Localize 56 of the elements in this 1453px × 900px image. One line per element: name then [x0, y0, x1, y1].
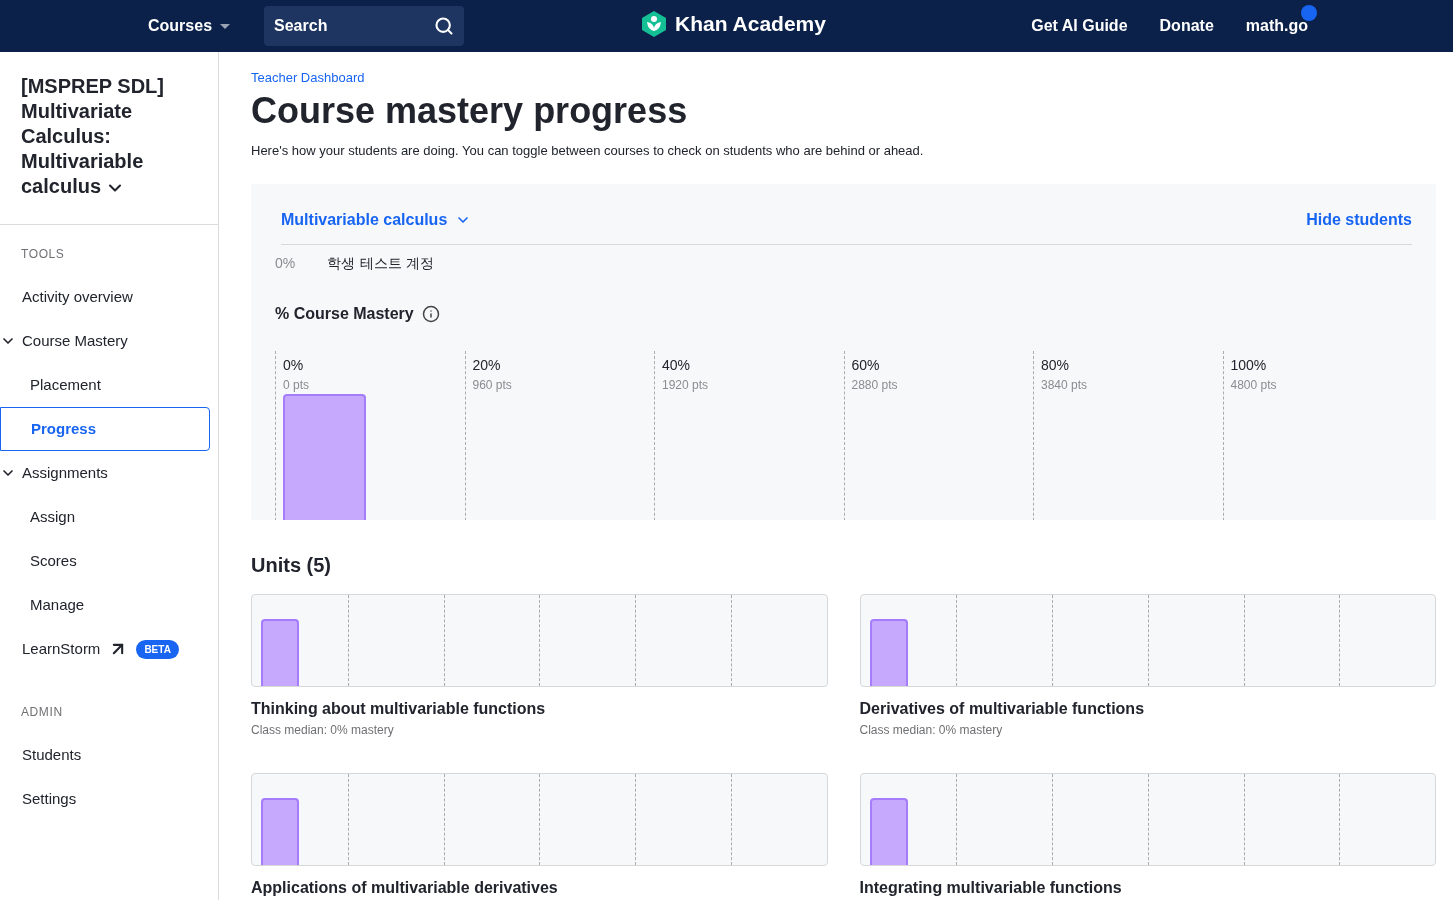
section-heading: TOOLS: [20, 246, 66, 263]
sidebar-link[interactable]: LearnStorm: [22, 637, 101, 661]
student-percent: 0%: [275, 254, 296, 273]
sidebar-item[interactable]: Students: [0, 733, 210, 777]
bin-points: 0 pts: [283, 377, 310, 394]
logo[interactable]: Khan Academy: [641, 8, 826, 40]
user-menu[interactable]: math.go: [1245, 14, 1308, 38]
unit-title[interactable]: Thinking about multivariable functions: [251, 697, 828, 721]
sidebar-group[interactable]: Assignments: [0, 451, 210, 495]
bin-label: 80%: [1041, 356, 1071, 375]
page-title: Course mastery progress: [251, 88, 689, 133]
bin-points: 2880 pts: [851, 377, 899, 394]
beta-badge: BETA: [136, 639, 179, 659]
student-name[interactable]: 학생 테스트 계정: [327, 253, 435, 274]
sidebar-item[interactable]: Scores: [0, 539, 210, 583]
sidebar-item[interactable]: Progress: [0, 407, 210, 451]
bin-points: 1920 pts: [662, 377, 710, 394]
courses-menu[interactable]: Courses: [148, 14, 231, 38]
sidebar-item[interactable]: Activity overview: [0, 275, 210, 319]
course-dropdown[interactable]: Multivariable calculus: [281, 208, 472, 232]
mastery-bar: [869, 619, 908, 686]
sidebar-group[interactable]: Course Mastery: [0, 319, 210, 363]
mastery-bar: [261, 798, 299, 865]
bin-points: 3840 pts: [1041, 377, 1089, 394]
chart-title: % Course Mastery: [275, 304, 414, 324]
bin-label: 0%: [283, 356, 305, 375]
sidebar-item[interactable]: Assign: [0, 495, 210, 539]
class-median: Class median: 0% mastery: [859, 722, 1004, 739]
bin-label: 60%: [851, 356, 881, 375]
unit-title[interactable]: Derivatives of multivariable functions: [859, 697, 1436, 721]
caret-icon: [220, 23, 231, 29]
page-description: Here's how your students are doing. You can toggle between courses to check on students who are behind or ahead.: [251, 141, 925, 160]
section-heading: ADMIN: [20, 704, 64, 721]
unit-title[interactable]: Applications of multivariable derivatives: [251, 876, 828, 900]
class-selector[interactable]: [MSPREP SDL] Multivariate Calculus: Multivariable calculus: [21, 74, 197, 199]
hide-students-button[interactable]: Hide students: [1306, 208, 1412, 232]
breadcrumb-link[interactable]: Teacher Dashboard: [251, 68, 1436, 88]
bin-points: 960 pts: [472, 377, 513, 394]
mastery-bar: [869, 798, 908, 865]
units-heading: Units (5): [251, 553, 332, 578]
nav-link[interactable]: Donate: [1159, 14, 1214, 38]
sidebar-item[interactable]: Placement: [0, 363, 210, 407]
info-icon: [421, 305, 440, 323]
sidebar-item[interactable]: Settings: [0, 777, 210, 821]
search-field[interactable]: Search: [264, 6, 465, 46]
mastery-bar: [261, 619, 299, 686]
bin-label: 20%: [472, 356, 502, 375]
nav-link[interactable]: Get AI Guide: [1031, 14, 1128, 38]
sidebar-item[interactable]: Manage: [0, 583, 210, 627]
bin-label: 100%: [1230, 356, 1268, 375]
class-median: Class median: 0% mastery: [251, 722, 395, 739]
bin-label: 40%: [662, 356, 692, 375]
bin-points: 4800 pts: [1230, 377, 1278, 394]
search-icon: [434, 16, 455, 36]
unit-title[interactable]: Integrating multivariable functions: [859, 876, 1436, 900]
leaf-logo-icon: [641, 9, 667, 38]
